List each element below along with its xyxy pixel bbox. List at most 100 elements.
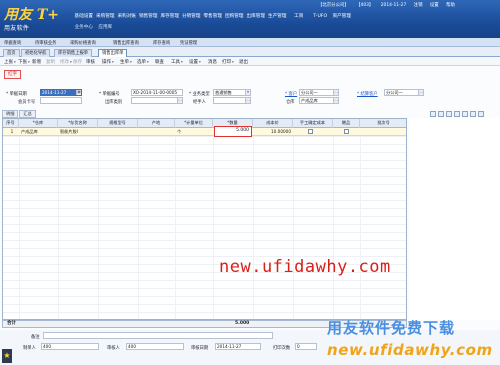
toolbar-button[interactable]: 保存 <box>73 59 82 65</box>
chevron-down-icon[interactable]: ▾ <box>199 60 201 64</box>
menu-item[interactable]: 分销管理 <box>181 13 203 19</box>
toolbar-button[interactable]: 复制 <box>46 59 55 65</box>
menu-item[interactable]: 基础设置 <box>73 13 95 19</box>
tab-home[interactable]: 首页 <box>3 48 20 57</box>
calendar-icon[interactable]: ▦ <box>76 90 81 95</box>
tab-sales-outbound[interactable]: 销售出库单 <box>98 48 128 57</box>
gift-checkbox[interactable] <box>344 129 349 134</box>
cell-item[interactable]: 智能片胶I <box>58 128 98 136</box>
lookup-icon[interactable]: … <box>333 90 338 95</box>
help-link[interactable]: 帮助 <box>446 2 455 8</box>
lookup-icon[interactable]: … <box>245 98 250 103</box>
manual-cost-checkbox[interactable] <box>308 129 313 134</box>
tab-stock-report[interactable]: 库存销售上报单 <box>54 48 93 57</box>
chevron-down-icon[interactable]: ▾ <box>147 60 149 64</box>
member-field[interactable] <box>40 97 82 104</box>
customer-label[interactable]: * 客户 <box>285 91 297 97</box>
submenu-item[interactable]: 业务中心 <box>73 24 95 30</box>
toolbar-button[interactable]: 下张▾ <box>18 59 30 65</box>
settle-customer-field[interactable]: 分公司一… <box>384 89 424 96</box>
cell-spec[interactable] <box>98 128 138 136</box>
menu-item[interactable]: 销售管理 <box>138 13 160 19</box>
lookup-icon[interactable]: … <box>333 98 338 103</box>
menu-item[interactable]: 资产管理 <box>331 13 353 19</box>
star-icon[interactable]: ★ <box>2 349 12 363</box>
copy-row-icon[interactable] <box>454 111 460 117</box>
code-field[interactable]: XO-2014-11-00-0005 <box>131 89 183 96</box>
cell-cost[interactable]: 10.00000 <box>253 128 293 136</box>
quick-link-voucher[interactable]: 凭证管理 <box>180 40 197 46</box>
toolbar-button[interactable]: 打印▾ <box>222 59 234 65</box>
quick-link-outbound[interactable]: 销售出库查询 <box>113 40 139 46</box>
column-header[interactable]: 规格型号 <box>98 119 138 128</box>
delete-row-icon[interactable] <box>446 111 452 117</box>
chevron-down-icon[interactable]: ▾ <box>14 60 16 64</box>
toolbar-button[interactable]: 消息 <box>208 59 217 65</box>
lookup-icon[interactable]: … <box>177 98 182 103</box>
settings-link[interactable]: 设置 <box>430 2 439 8</box>
warehouse-field[interactable]: 产成品库… <box>299 97 339 104</box>
column-header[interactable]: 赠品 <box>333 119 360 128</box>
column-header[interactable]: 手工确定成本 <box>293 119 333 128</box>
settle-customer-label[interactable]: * 结算客户 <box>357 91 378 97</box>
submenu-item[interactable]: 应用库 <box>95 24 117 30</box>
menu-item[interactable]: 出库管理 <box>245 13 267 19</box>
column-settings-icon[interactable] <box>470 111 476 117</box>
menu-item[interactable]: 零售管理 <box>202 13 224 19</box>
menu-item[interactable]: 生产管理 <box>267 13 289 19</box>
chevron-down-icon[interactable]: ▾ <box>181 60 183 64</box>
column-header[interactable]: 批次号 <box>360 119 406 128</box>
table-row[interactable]: 1 产成品库 智能片胶I 个 10.00000 <box>3 128 406 136</box>
handler-field[interactable]: … <box>213 97 251 104</box>
chevron-down-icon[interactable]: ▾ <box>130 60 132 64</box>
chevron-down-icon[interactable]: ▾ <box>112 60 114 64</box>
column-header[interactable]: 产地 <box>138 119 175 128</box>
logout-link[interactable]: 注销 <box>414 2 423 8</box>
batch-icon[interactable] <box>462 111 468 117</box>
toolbar-button[interactable]: 生单▾ <box>120 59 132 65</box>
menu-item[interactable]: 团购管理 <box>224 13 246 19</box>
cell-unit[interactable]: 个 <box>175 128 213 136</box>
menu-item[interactable]: 采购对账 <box>116 13 138 19</box>
add-row-icon[interactable] <box>430 111 436 117</box>
quick-link-pending[interactable]: 待审核业务 <box>35 40 56 46</box>
cell-warehouse[interactable]: 产成品库 <box>19 128 58 136</box>
chevron-down-icon[interactable]: ▾ <box>28 60 30 64</box>
tab-init-nav[interactable]: 初始化导航 <box>21 48 51 57</box>
tab-summary[interactable]: 汇总 <box>19 110 36 118</box>
export-icon[interactable] <box>478 111 484 117</box>
quick-link-query[interactable]: 单据查询 <box>4 40 21 46</box>
dept-field[interactable]: … <box>131 97 183 104</box>
biztype-select[interactable]: 普通销售 ▾ <box>213 89 251 96</box>
remark-field[interactable] <box>43 332 273 339</box>
quick-link-stock[interactable]: 库存查询 <box>153 40 170 46</box>
toolbar-button[interactable]: 设置▾ <box>189 59 201 65</box>
chevron-down-icon[interactable]: ▾ <box>245 90 250 95</box>
menu-item[interactable]: T-UFO <box>310 14 332 19</box>
toolbar-button[interactable]: 上张▾ <box>4 59 16 65</box>
column-header[interactable]: 成本价 <box>253 119 293 128</box>
tab-detail[interactable]: 明细 <box>2 110 19 118</box>
quick-link-price[interactable]: 采购价格查询 <box>70 40 96 46</box>
column-header[interactable]: *计量单位 <box>175 119 213 128</box>
column-header[interactable]: *仓库 <box>19 119 58 128</box>
date-field[interactable]: 2014-11-27 ▦ <box>40 89 82 96</box>
toolbar-button[interactable]: 修改▾ <box>60 59 72 65</box>
quantity-input[interactable]: 5.000 <box>214 126 252 137</box>
toolbar-button[interactable]: 选单▾ <box>137 59 149 65</box>
toolbar-button[interactable]: 退出 <box>239 59 248 65</box>
lookup-icon[interactable]: … <box>418 90 423 95</box>
menu-item[interactable]: 工资 <box>288 13 310 19</box>
chevron-down-icon[interactable]: ▾ <box>70 60 72 64</box>
column-header[interactable]: *存货名称 <box>58 119 98 128</box>
toolbar-button[interactable]: 审核 <box>86 59 95 65</box>
cell-origin[interactable] <box>138 128 175 136</box>
customer-field[interactable]: 分公司一… <box>299 89 339 96</box>
cell-batch[interactable] <box>360 128 405 136</box>
menu-item[interactable]: 采购管理 <box>95 13 117 19</box>
chevron-down-icon[interactable]: ▾ <box>232 60 234 64</box>
toolbar-button[interactable]: 工具▾ <box>171 59 183 65</box>
menu-item[interactable]: 库存管理 <box>159 13 181 19</box>
column-header[interactable]: 序号 <box>3 119 19 128</box>
toolbar-button[interactable]: 操作▾ <box>102 59 114 65</box>
